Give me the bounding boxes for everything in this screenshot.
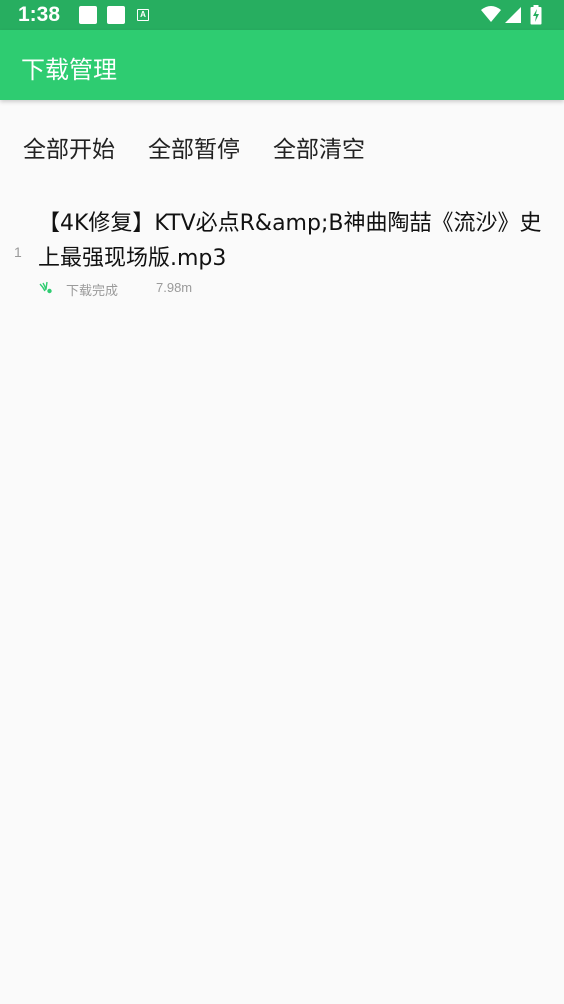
item-index: 1 <box>14 244 22 260</box>
download-complete-icon <box>39 281 52 294</box>
pause-all-button[interactable]: 全部暂停 <box>148 130 240 164</box>
clear-all-button[interactable]: 全部清空 <box>273 130 365 164</box>
action-row: 全部开始 全部暂停 全部清空 <box>0 130 564 164</box>
signal-icon <box>505 7 521 23</box>
battery-charging-icon <box>530 5 542 25</box>
item-file-name: 【4K修复】KTV必点R&amp;B神曲陶喆《流沙》史上最强现场版.mp3 <box>38 211 542 271</box>
square-notification-icon <box>107 6 125 24</box>
square-notification-icon <box>79 6 97 24</box>
page-title: 下载管理 <box>21 56 117 84</box>
app-bar: 下载管理 <box>0 30 564 100</box>
item-size: 7.98m <box>156 280 193 295</box>
a-notification-icon: A <box>137 9 149 21</box>
status-bar: 1:38 A <box>0 0 564 30</box>
item-status: 下载完成 <box>66 284 119 299</box>
download-list-item[interactable]: 1 【4K修复】KTV必点R&amp;B神曲陶喆《流沙》史上最强现场版.mp3 … <box>0 200 564 310</box>
start-all-button[interactable]: 全部开始 <box>23 130 115 164</box>
status-time: 1:38 <box>18 3 61 26</box>
wifi-icon <box>481 6 501 22</box>
system-icons <box>480 5 550 25</box>
